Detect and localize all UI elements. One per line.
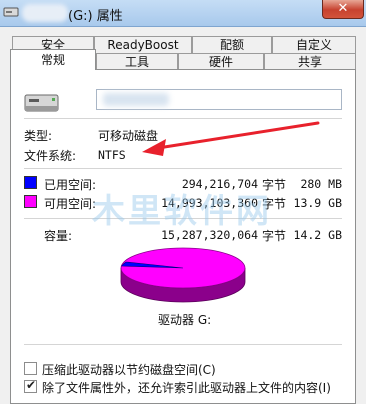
separator [24, 344, 342, 345]
capacity-size: 14.2 GB [293, 228, 342, 242]
window-title: (G:) 属性 [68, 9, 123, 24]
tab-label: ReadyBoost [107, 38, 179, 52]
close-icon: ✕ [337, 1, 349, 16]
used-space-bytes: 294,216,704 [181, 177, 258, 191]
tab-label: 自定义 [295, 38, 332, 52]
capacity-bytes: 15,287,320,064 [161, 228, 258, 242]
tab-customize[interactable]: 自定义 [272, 36, 356, 53]
index-checkbox[interactable]: ✔ [24, 378, 37, 393]
tab-readyboost[interactable]: ReadyBoost [94, 36, 192, 53]
drive-caption: 驱动器 G: [158, 313, 212, 327]
tab-sharing[interactable]: 共享 [264, 53, 356, 70]
filesystem-value: NTFS [98, 148, 126, 162]
filesystem-label: 文件系统: [24, 149, 77, 163]
capacity-unit: 字节 [262, 229, 287, 243]
drive-name-redacted [103, 93, 169, 106]
tab-general[interactable]: 常规 [10, 49, 96, 70]
free-space-unit: 字节 [262, 197, 287, 211]
tab-tools[interactable]: 工具 [96, 53, 178, 70]
free-space-label: 可用空间: [44, 197, 97, 211]
separator [24, 118, 342, 119]
tab-label: 硬件 [208, 55, 233, 69]
title-redacted-region [22, 4, 68, 22]
tab-quota[interactable]: 配额 [192, 36, 272, 53]
tab-label: 配额 [219, 38, 244, 52]
compress-label[interactable]: 压缩此驱动器以节约磁盘空间(C) [42, 361, 216, 378]
used-space-swatch [24, 176, 37, 189]
tab-label: 常规 [40, 53, 65, 67]
drive-icon [3, 7, 19, 17]
capacity-label: 容量: [44, 229, 73, 243]
tab-label: 共享 [297, 55, 322, 69]
type-value: 可移动磁盘 [98, 129, 159, 143]
title-bar[interactable]: (G:) 属性 ✕ [0, 0, 366, 27]
used-space-label: 已用空间: [44, 178, 97, 192]
close-button[interactable]: ✕ [322, 0, 364, 19]
drive-name-input[interactable] [96, 89, 342, 110]
type-label: 类型: [24, 129, 53, 143]
free-space-size: 13.9 GB [293, 196, 342, 210]
tab-hardware[interactable]: 硬件 [178, 53, 264, 70]
checkmark-icon: ✔ [26, 378, 37, 392]
separator [24, 218, 342, 219]
index-label[interactable]: 除了文件属性外，还允许索引此驱动器上文件的内容(I) [42, 379, 331, 396]
free-space-swatch [24, 195, 37, 208]
compress-checkbox[interactable] [24, 362, 37, 375]
used-space-size: 280 MB [300, 177, 342, 191]
usb-drive-icon [24, 94, 59, 112]
used-space-unit: 字节 [262, 178, 287, 192]
tab-label: 工具 [124, 55, 149, 69]
separator [24, 168, 342, 169]
free-space-bytes: 14,993,103,360 [161, 196, 258, 210]
